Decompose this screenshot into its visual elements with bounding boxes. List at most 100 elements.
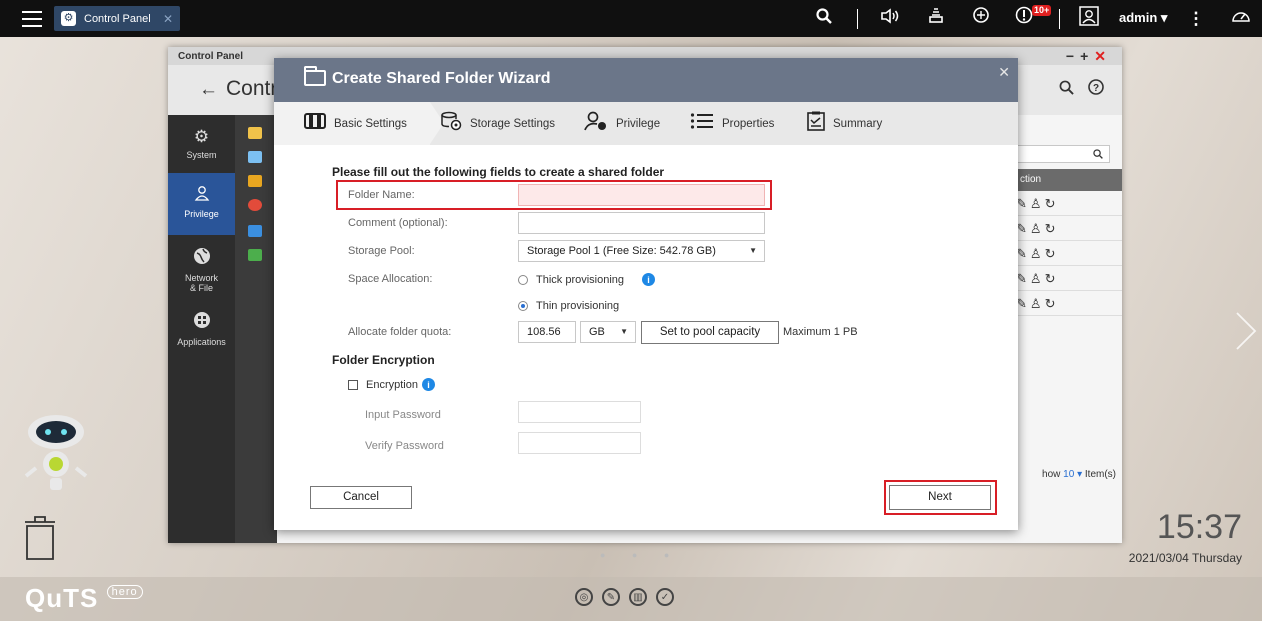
chevron-down-icon: ▼ bbox=[620, 327, 628, 336]
properties-icon bbox=[690, 112, 714, 135]
dock-app-icon[interactable]: ◎ bbox=[575, 588, 593, 606]
cancel-button[interactable]: Cancel bbox=[310, 486, 412, 509]
sidebar-item-applications[interactable]: Applications bbox=[168, 311, 235, 361]
qboost-robot-icon[interactable] bbox=[20, 412, 92, 494]
trash-icon[interactable] bbox=[23, 514, 57, 562]
permission-icon[interactable]: ♙ bbox=[1030, 196, 1045, 211]
encryption-checkbox[interactable]: Encryption i bbox=[348, 378, 435, 391]
sidebar-item-network-file[interactable]: Network & File bbox=[168, 247, 235, 303]
refresh-icon[interactable]: ↻ bbox=[1045, 296, 1059, 311]
dashboard-icon[interactable] bbox=[1228, 6, 1254, 31]
edit-icon[interactable]: ✎ bbox=[1016, 296, 1030, 311]
chevron-right-icon[interactable] bbox=[1235, 311, 1257, 361]
quota-icon[interactable] bbox=[248, 199, 262, 211]
refresh-icon[interactable]: ↻ bbox=[1045, 271, 1059, 286]
volume-icon[interactable] bbox=[877, 6, 903, 31]
folder-encryption-heading: Folder Encryption bbox=[332, 353, 435, 367]
maximize-icon[interactable]: + bbox=[1080, 48, 1094, 64]
maximum-quota-text: Maximum 1 PB bbox=[783, 326, 858, 338]
close-icon[interactable]: ✕ bbox=[998, 64, 1010, 81]
quts-hero-logo: QuTS hero bbox=[25, 583, 143, 614]
step-basic-settings: Basic Settings bbox=[304, 102, 407, 145]
step-label: Summary bbox=[833, 117, 883, 130]
thick-provisioning-radio[interactable]: Thick provisioning i bbox=[518, 273, 656, 286]
sidebar-item-system[interactable]: ⚙ System bbox=[168, 121, 235, 171]
step-label: Privilege bbox=[616, 117, 661, 130]
info-icon[interactable]: i bbox=[642, 273, 656, 286]
logo-text: QuTS bbox=[25, 583, 99, 613]
storage-settings-icon bbox=[440, 111, 462, 136]
chevron-down-icon: ▼ bbox=[749, 246, 757, 255]
edit-icon[interactable]: ✎ bbox=[1016, 246, 1030, 261]
radio-button[interactable] bbox=[518, 274, 528, 285]
permission-icon[interactable]: ♙ bbox=[1030, 246, 1045, 261]
more-options-icon[interactable]: ⋮ bbox=[1183, 6, 1209, 31]
user-menu[interactable]: admin ▾ bbox=[1119, 10, 1167, 26]
toolbar-divider bbox=[1059, 9, 1060, 29]
dock-app-icon[interactable]: ✓ bbox=[656, 588, 674, 606]
folder-name-label: Folder Name: bbox=[348, 189, 415, 201]
storage-pool-select[interactable]: Storage Pool 1 (Free Size: 542.78 GB) ▼ bbox=[518, 240, 765, 262]
verify-password-field[interactable] bbox=[518, 432, 641, 454]
close-tab-icon[interactable]: ✕ bbox=[163, 12, 173, 26]
search-icon[interactable] bbox=[1059, 80, 1078, 99]
table-row: ✎♙↻ bbox=[1012, 216, 1122, 241]
close-window-icon[interactable]: ✕ bbox=[1094, 48, 1112, 64]
minimize-icon[interactable]: − bbox=[1066, 48, 1080, 64]
refresh-icon[interactable]: ↻ bbox=[1045, 246, 1059, 261]
verify-password-label: Verify Password bbox=[365, 440, 444, 452]
thick-provisioning-label: Thick provisioning bbox=[536, 273, 625, 286]
user-groups-icon[interactable] bbox=[248, 151, 262, 163]
shared-folders-icon[interactable] bbox=[248, 175, 262, 187]
help-icon[interactable]: ? bbox=[1088, 79, 1104, 99]
search-icon[interactable] bbox=[811, 6, 837, 31]
header-icons: ? bbox=[1059, 79, 1104, 100]
step-label: Basic Settings bbox=[334, 117, 407, 130]
edit-icon[interactable]: ✎ bbox=[1016, 271, 1030, 286]
encryption-label: Encryption bbox=[366, 378, 418, 391]
permission-icon[interactable]: ♙ bbox=[1030, 296, 1045, 311]
external-device-icon[interactable] bbox=[968, 6, 994, 31]
sidebar-item-label: Applications bbox=[177, 337, 226, 347]
user-avatar-icon[interactable] bbox=[1076, 6, 1102, 33]
folder-name-input[interactable] bbox=[518, 184, 765, 206]
back-arrow-icon[interactable]: ← bbox=[199, 79, 218, 101]
info-icon[interactable]: i bbox=[421, 378, 435, 391]
permission-icon[interactable]: ♙ bbox=[1030, 221, 1045, 236]
edit-icon[interactable]: ✎ bbox=[1016, 196, 1030, 211]
taskbar-tab-control-panel[interactable]: ⚙ Control Panel ✕ bbox=[54, 6, 180, 31]
dock-app-icon[interactable]: ▥ bbox=[629, 588, 647, 606]
sidebar-item-label: Network & File bbox=[184, 273, 218, 293]
refresh-icon[interactable]: ↻ bbox=[1045, 221, 1059, 236]
chevron-down-icon[interactable]: ▾ bbox=[1077, 469, 1082, 480]
desktop-page-indicator[interactable]: ● ● ● bbox=[600, 550, 681, 560]
permission-icon[interactable]: ♙ bbox=[1030, 271, 1045, 286]
step-properties: Properties bbox=[690, 102, 774, 145]
quota-size-input[interactable]: 108.56 bbox=[518, 321, 576, 343]
radio-button[interactable] bbox=[518, 301, 528, 311]
domain-controller-icon[interactable] bbox=[248, 249, 262, 261]
input-password-field[interactable] bbox=[518, 401, 641, 423]
comment-input[interactable] bbox=[518, 212, 765, 234]
taskbar-tab-label: Control Panel bbox=[84, 12, 151, 25]
edit-icon[interactable]: ✎ bbox=[1016, 221, 1030, 236]
next-button[interactable]: Next bbox=[889, 485, 991, 510]
quota-unit-value: GB bbox=[589, 326, 605, 338]
users-icon[interactable] bbox=[248, 127, 262, 139]
checkbox[interactable] bbox=[348, 379, 358, 390]
top-bar: ⚙ Control Panel ✕ 10+ admin ▾ ⋮ bbox=[0, 0, 1262, 37]
set-to-pool-capacity-button[interactable]: Set to pool capacity bbox=[641, 321, 779, 344]
main-menu-icon[interactable] bbox=[22, 10, 42, 27]
background-tasks-icon[interactable] bbox=[923, 6, 949, 31]
dock-app-icon[interactable]: ✎ bbox=[602, 588, 620, 606]
table-row: ✎♙↻ bbox=[1012, 291, 1122, 316]
sidebar-item-privilege[interactable]: Privilege bbox=[168, 173, 235, 235]
create-shared-folder-wizard: Create Shared Folder Wizard ✕ Basic Sett… bbox=[274, 58, 1018, 530]
quota-unit-select[interactable]: GB ▼ bbox=[580, 321, 636, 343]
thin-provisioning-radio[interactable]: Thin provisioning bbox=[518, 300, 619, 312]
page-size-select[interactable]: 10 bbox=[1063, 469, 1074, 480]
domain-security-icon[interactable] bbox=[248, 225, 262, 237]
refresh-icon[interactable]: ↻ bbox=[1045, 196, 1059, 211]
wizard-title: Create Shared Folder Wizard bbox=[332, 70, 551, 87]
desktop-date: 2021/03/04 Thursday bbox=[1128, 551, 1242, 565]
